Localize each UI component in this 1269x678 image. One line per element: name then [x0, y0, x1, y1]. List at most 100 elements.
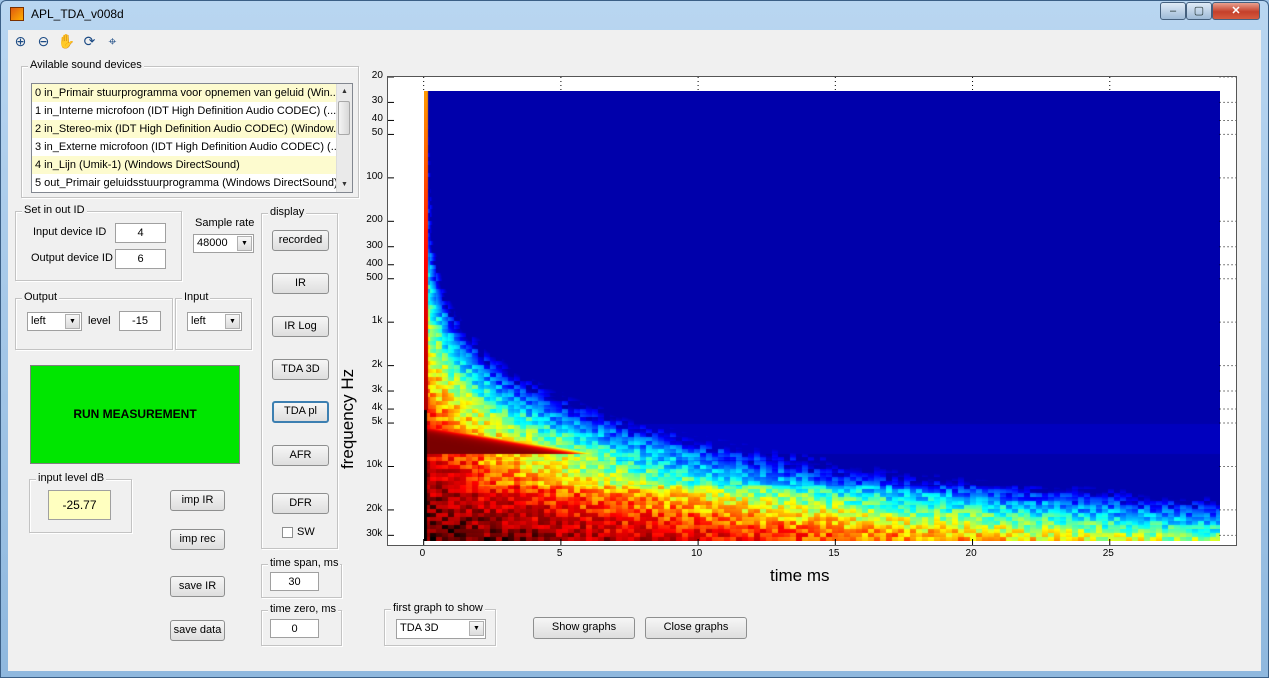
input-level-readout: -25.77	[48, 490, 111, 520]
y-tick-label: 10k	[366, 459, 383, 471]
input-device-field[interactable]: 4	[115, 223, 166, 243]
x-tick-label: 10	[691, 548, 703, 559]
device-item[interactable]: 4 in_Lijn (Umik-1) (Windows DirectSound)	[32, 156, 337, 174]
first-graph-label: first graph to show	[391, 602, 485, 614]
input-panel-label: Input	[182, 291, 211, 303]
first-graph-value: TDA 3D	[400, 622, 439, 634]
y-tick-label: 20k	[366, 502, 383, 514]
device-item[interactable]: 5 out_Primair geluidsstuurprogramma (Win…	[32, 174, 337, 192]
display-tda-pl-button[interactable]: TDA pl	[272, 401, 329, 423]
output-panel-label: Output	[22, 291, 60, 303]
show-graphs-button[interactable]: Show graphs	[533, 617, 635, 639]
axes-overlay	[388, 77, 1236, 545]
y-tick-label: 4k	[371, 402, 383, 414]
zoom-out-icon[interactable]: ⊖	[34, 32, 53, 51]
y-tick-label: 40	[371, 113, 383, 125]
device-item[interactable]: 3 in_Externe microfoon (IDT High Definit…	[32, 138, 337, 156]
time-zero-label: time zero, ms	[268, 603, 339, 615]
y-tick-label: 5k	[371, 416, 383, 428]
y-tick-label: 3k	[371, 384, 383, 396]
sample-rate-select[interactable]: 48000 ▼	[193, 234, 254, 253]
time-span-label: time span, ms	[268, 557, 341, 569]
input-channel-select[interactable]: left ▼	[187, 312, 242, 331]
run-measurement-button[interactable]: RUN MEASUREMENT	[30, 365, 240, 464]
rotate-3d-icon[interactable]: ⟳	[80, 32, 99, 51]
x-axis-label: time ms	[770, 566, 830, 585]
x-tick-label: 25	[1102, 548, 1114, 559]
window-title: APL_TDA_v008d	[31, 7, 124, 21]
save-data-button[interactable]: save data	[170, 620, 225, 641]
y-tick-label: 20	[371, 70, 383, 81]
devices-listbox[interactable]: 0 in_Primair stuurprogramma voor opnemen…	[31, 83, 353, 193]
inout-panel: Set in out ID	[15, 204, 182, 281]
y-tick-label: 50	[371, 127, 383, 139]
display-recorded-button[interactable]: recorded	[272, 230, 329, 251]
output-channel-value: left	[31, 315, 46, 327]
display-tda-3d-button[interactable]: TDA 3D	[272, 359, 329, 380]
device-item[interactable]: 1 in_Interne microfoon (IDT High Definit…	[32, 102, 337, 120]
display-afr-button[interactable]: AFR	[272, 445, 329, 466]
devices-panel: Avilable sound devices 0 in_Primair stuu…	[21, 59, 359, 198]
sample-rate-value: 48000	[197, 237, 228, 249]
y-tick-label: 30k	[366, 528, 383, 540]
input-device-label: Input device ID	[33, 226, 107, 238]
chevron-down-icon[interactable]: ▼	[469, 621, 484, 636]
display-ir-log-button[interactable]: IR Log	[272, 316, 329, 337]
save-ir-button[interactable]: save IR	[170, 576, 225, 597]
y-tick-label: 500	[366, 271, 383, 283]
y-tick-label: 200	[366, 214, 383, 226]
y-tick-label: 300	[366, 239, 383, 251]
sw-checkbox[interactable]	[282, 527, 293, 538]
output-level-field[interactable]: -15	[119, 311, 161, 331]
zoom-in-icon[interactable]: ⊕	[11, 32, 30, 51]
tda-plot-axes[interactable]	[387, 76, 1237, 546]
data-cursor-icon[interactable]: ⌖	[103, 32, 122, 51]
input-level-label: input level dB	[36, 472, 107, 484]
first-graph-select[interactable]: TDA 3D ▼	[396, 619, 486, 639]
sample-rate-label: Sample rate	[195, 217, 255, 229]
minimize-button[interactable]: ‒	[1160, 2, 1186, 20]
y-tick-label: 400	[366, 257, 383, 269]
time-span-field[interactable]: 30	[270, 572, 319, 591]
time-zero-field[interactable]: 0	[270, 619, 319, 638]
output-device-label: Output device ID	[31, 252, 113, 264]
display-panel-label: display	[268, 206, 307, 218]
level-label: level	[88, 315, 111, 327]
import-ir-button[interactable]: imp IR	[170, 490, 225, 511]
device-item[interactable]: 0 in_Primair stuurprogramma voor opnemen…	[32, 84, 337, 102]
display-ir-button[interactable]: IR	[272, 273, 329, 294]
x-tick-label: 20	[965, 548, 977, 559]
sw-label: SW	[297, 526, 315, 538]
import-rec-button[interactable]: imp rec	[170, 529, 225, 550]
y-tick-label: 30	[371, 95, 383, 107]
chevron-down-icon[interactable]: ▼	[237, 236, 252, 251]
x-tick-label: 5	[556, 548, 563, 559]
chevron-down-icon[interactable]: ▼	[65, 314, 80, 329]
output-channel-select[interactable]: left ▼	[27, 312, 82, 331]
scroll-thumb[interactable]	[338, 101, 350, 135]
device-item[interactable]: 2 in_Stereo-mix (IDT High Definition Aud…	[32, 120, 337, 138]
scroll-up-icon[interactable]: ▲	[337, 84, 352, 99]
close-graphs-button[interactable]: Close graphs	[645, 617, 747, 639]
maximize-button[interactable]: ▢	[1186, 2, 1212, 20]
devices-scrollbar[interactable]: ▲ ▼	[336, 84, 352, 192]
x-tick-label: 15	[828, 548, 840, 559]
close-button[interactable]: ✕	[1212, 2, 1260, 20]
devices-panel-label: Avilable sound devices	[28, 59, 144, 71]
input-channel-value: left	[191, 315, 206, 327]
title-bar[interactable]: APL_TDA_v008d ‒ ▢ ✕	[1, 1, 1268, 27]
chevron-down-icon[interactable]: ▼	[225, 314, 240, 329]
inout-panel-label: Set in out ID	[22, 204, 87, 216]
scroll-down-icon[interactable]: ▼	[337, 177, 352, 192]
figure-toolbar: ⊕ ⊖ ✋ ⟳ ⌖	[8, 30, 1261, 54]
y-tick-label: 1k	[371, 315, 383, 327]
display-dfr-button[interactable]: DFR	[272, 493, 329, 514]
app-window: APL_TDA_v008d ‒ ▢ ✕ ⊕ ⊖ ✋ ⟳ ⌖ Avilable s…	[0, 0, 1269, 678]
y-tick-label: 2k	[371, 358, 383, 370]
output-device-field[interactable]: 6	[115, 249, 166, 269]
pan-hand-icon[interactable]: ✋	[57, 32, 76, 51]
matlab-logo-icon	[10, 7, 24, 21]
y-axis-label: frequency Hz	[338, 368, 357, 469]
y-tick-label: 100	[366, 170, 383, 182]
x-tick-label: 0	[419, 548, 426, 559]
